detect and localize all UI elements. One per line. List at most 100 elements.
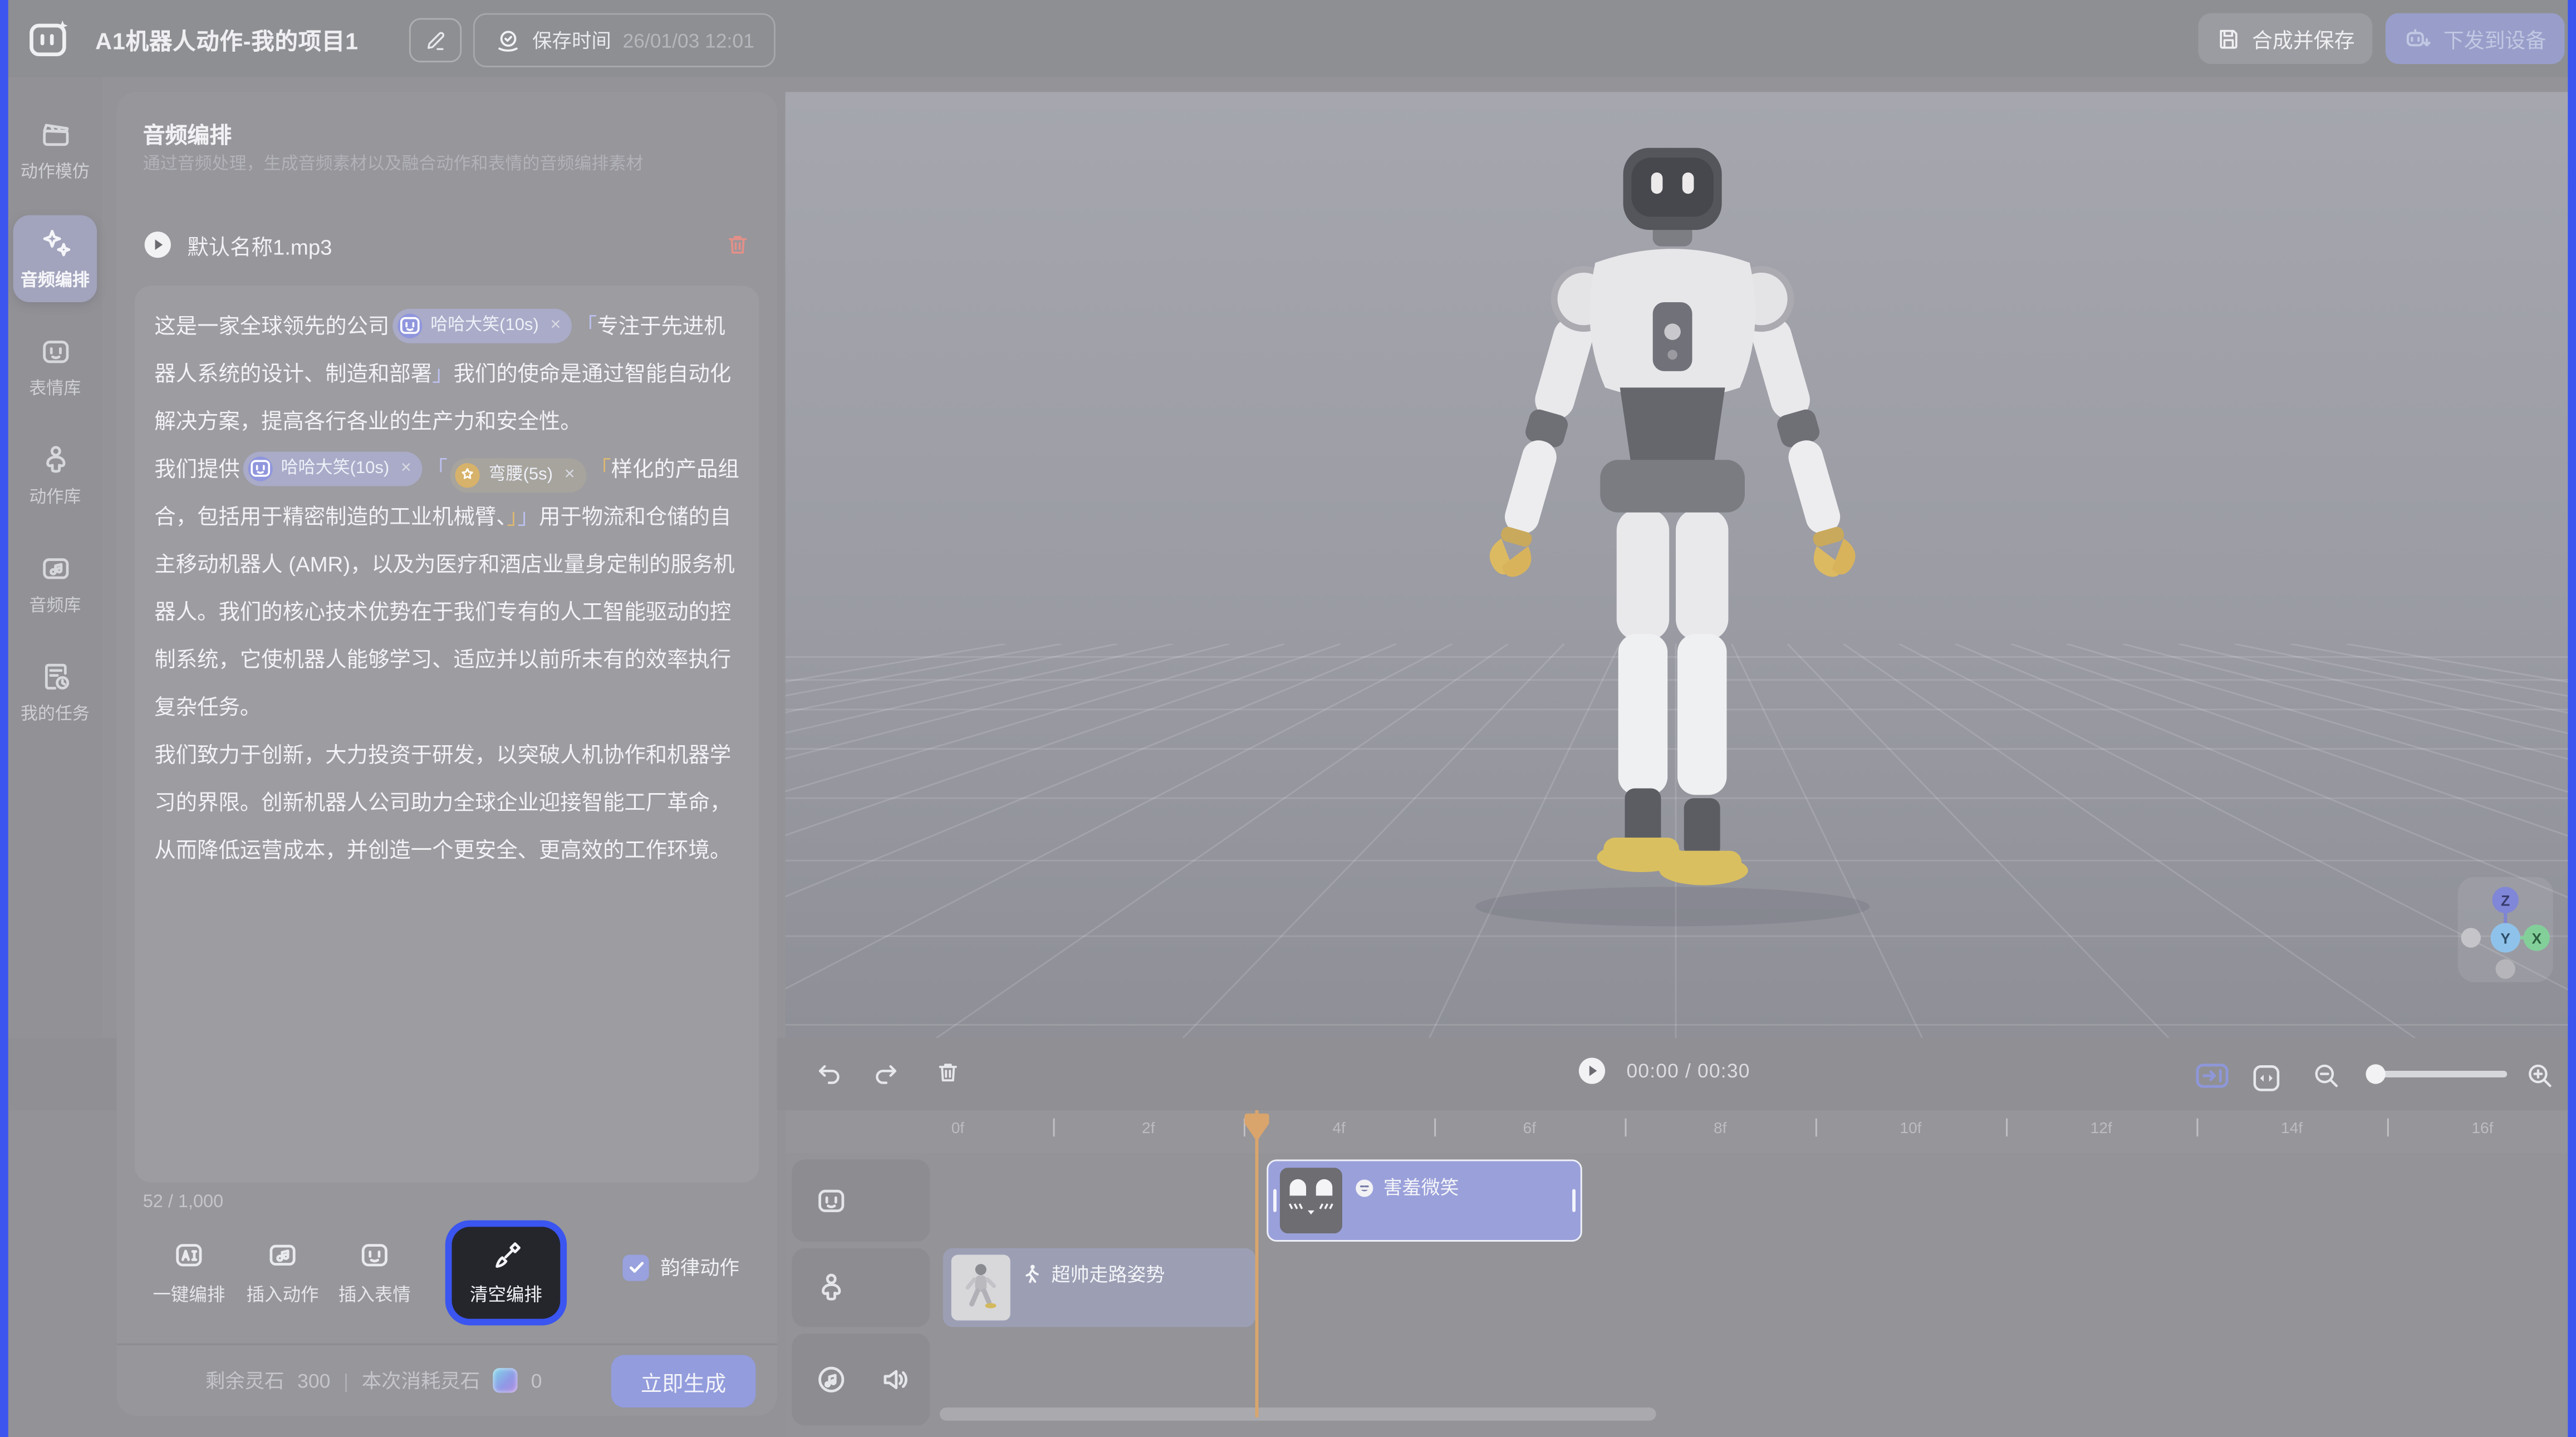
robot-model xyxy=(1426,148,1918,936)
shy-face-thumbnail xyxy=(1280,1168,1342,1233)
timeline-ruler[interactable]: 0f2f4f6f8f10f12f14f16f xyxy=(786,1110,2568,1153)
undo-icon[interactable] xyxy=(815,1059,845,1089)
audio-box-icon xyxy=(266,1238,299,1271)
robot-face-icon xyxy=(248,456,273,480)
star-person-icon xyxy=(456,463,480,488)
rename-button[interactable] xyxy=(409,18,462,62)
remove-tag-icon[interactable]: × xyxy=(401,444,411,492)
cost-stones-value: 0 xyxy=(531,1369,542,1392)
viewport-3d[interactable]: Z X Y xyxy=(786,92,2568,1038)
deploy-to-device-button[interactable]: 下发到设备 xyxy=(2386,13,2565,64)
rhythm-label: 韵律动作 xyxy=(660,1253,739,1281)
sidebar-item-expression-lib[interactable]: 表情库 xyxy=(13,323,97,410)
generate-label: 立即生成 xyxy=(641,1366,726,1397)
broom-icon xyxy=(489,1239,522,1272)
axis-gizmo[interactable]: Z X Y xyxy=(2458,877,2553,982)
pencil-icon xyxy=(424,29,446,52)
person-icon xyxy=(38,444,71,476)
ruler-label: 8f xyxy=(1714,1120,1726,1138)
sidebar-item-label: 动作库 xyxy=(29,485,81,509)
svg-text:Z: Z xyxy=(2501,892,2510,909)
ruler-tick xyxy=(1816,1119,1817,1136)
generate-now-button[interactable]: 立即生成 xyxy=(611,1355,756,1408)
timeline-scrollbar[interactable] xyxy=(940,1408,1656,1421)
highlight-ring: 清空编排 xyxy=(445,1221,567,1326)
speaker-icon[interactable] xyxy=(879,1363,912,1396)
script-editor[interactable]: 这是一家全球领先的公司哈哈大笑(10s)×「专注于先进机器人系统的设计、制造和部… xyxy=(135,286,759,1182)
ruler-tick xyxy=(1053,1119,1055,1136)
sidebar-item-audio-lib[interactable]: 音频库 xyxy=(13,540,97,627)
fit-range-icon[interactable] xyxy=(2195,1062,2225,1092)
expression-tag[interactable]: 哈哈大笑(10s)× xyxy=(243,451,423,485)
person-icon[interactable] xyxy=(815,1271,848,1304)
rhythm-checkbox[interactable] xyxy=(622,1254,649,1280)
synthesize-save-label: 合成并保存 xyxy=(2252,23,2354,54)
synthesize-save-button[interactable]: 合成并保存 xyxy=(2198,13,2372,64)
remove-tag-icon[interactable]: × xyxy=(565,452,575,500)
playhead-marker[interactable] xyxy=(1244,1112,1270,1143)
ruler-label: 2f xyxy=(1142,1120,1155,1138)
robot-face-icon xyxy=(358,1238,391,1271)
play-circle-icon[interactable] xyxy=(143,230,173,259)
remain-stones-value: 300 xyxy=(297,1369,330,1392)
script-text: 用于物流和仓储的自主移动机器人 (AMR)，以及为医疗和酒店业量身定制的服务机器… xyxy=(154,504,734,862)
action-tag[interactable]: 弯腰(5s)× xyxy=(451,458,587,493)
char-count: 52 / 1,000 xyxy=(143,1192,223,1212)
gem-icon xyxy=(493,1368,518,1392)
sidebar-item-my-tasks[interactable]: 我的任务 xyxy=(13,649,97,736)
music-circle-icon[interactable] xyxy=(815,1363,848,1396)
clip-motion[interactable]: 超帅走路姿势 xyxy=(943,1248,1255,1327)
insert-expression-button[interactable]: 插入表情 xyxy=(328,1238,420,1307)
script-text: 这是一家全球领先的公司 xyxy=(154,314,389,338)
audio-file-name: 默认名称1.mp3 xyxy=(187,229,709,260)
ruler-tick xyxy=(2006,1119,2008,1136)
delete-audio-icon[interactable] xyxy=(724,232,750,258)
sidebar-item-label: 音频编排 xyxy=(21,268,90,292)
badge-check-icon xyxy=(494,27,521,53)
clear-arrange-button[interactable]: 清空编排 xyxy=(452,1227,561,1318)
redo-icon[interactable] xyxy=(871,1059,900,1089)
panel-subtitle: 通过音频处理，生成音频素材以及融合动作和表情的音频编排素材 xyxy=(143,151,644,175)
zoom-in-icon[interactable] xyxy=(2525,1061,2555,1090)
ruler-tick xyxy=(2387,1119,2389,1136)
insert-motion-button[interactable]: 插入动作 xyxy=(237,1238,328,1307)
range-bracket: 」 xyxy=(518,504,539,529)
playhead-line[interactable] xyxy=(1255,1110,1259,1418)
sidebar-item-motion-lib[interactable]: 动作库 xyxy=(13,432,97,519)
screen-edge-highlight-right xyxy=(2568,0,2576,1437)
rhythm-motion-toggle[interactable]: 韵律动作 xyxy=(622,1253,739,1281)
robot-face-icon[interactable] xyxy=(815,1184,848,1217)
ruler-label: 12f xyxy=(2091,1120,2112,1138)
trash-icon[interactable] xyxy=(935,1059,964,1089)
sparkle-icon xyxy=(38,227,71,259)
play-button[interactable] xyxy=(1577,1056,1607,1085)
ruler-label: 16f xyxy=(2471,1120,2493,1138)
action-label: 清空编排 xyxy=(470,1280,542,1306)
timeline-zoom-slider[interactable] xyxy=(2369,1071,2507,1077)
action-label: 插入表情 xyxy=(338,1281,411,1307)
sidebar-item-audio-arrange[interactable]: 音频编排 xyxy=(13,215,97,302)
clip-label: 超帅走路姿势 xyxy=(1052,1261,1165,1287)
clip-label: 害羞微笑 xyxy=(1383,1174,1459,1200)
range-bracket: 」 xyxy=(432,361,453,386)
svg-text:X: X xyxy=(2531,930,2541,947)
walk-pose-thumbnail xyxy=(951,1255,1010,1321)
cost-stones-label: 本次消耗灵石 xyxy=(362,1366,480,1394)
clip-expression[interactable]: 害羞微笑 xyxy=(1267,1159,1582,1242)
sidebar-item-motion-mimic[interactable]: 动作模仿 xyxy=(13,107,97,194)
fit-width-icon[interactable] xyxy=(2251,1062,2280,1092)
tasks-icon xyxy=(38,660,71,693)
one-key-arrange-button[interactable]: 一键编排 xyxy=(143,1238,235,1307)
remove-tag-icon[interactable]: × xyxy=(550,302,561,350)
app-window: A1机器人动作-我的项目1 保存时间 26/01/03 12:01 合成并保存 … xyxy=(0,0,2576,1437)
robot-logo-icon xyxy=(26,17,72,63)
ruler-label: 10f xyxy=(1900,1120,1921,1138)
expression-tag[interactable]: 哈哈大笑(10s)× xyxy=(392,308,572,342)
action-label: 插入动作 xyxy=(247,1281,319,1307)
motion-track-header xyxy=(792,1248,930,1327)
robot-face-icon xyxy=(38,335,71,368)
slider-knob[interactable] xyxy=(2366,1064,2385,1084)
expression-track-header xyxy=(792,1159,930,1242)
clapper-icon xyxy=(38,118,71,151)
zoom-out-icon[interactable] xyxy=(2312,1061,2341,1090)
